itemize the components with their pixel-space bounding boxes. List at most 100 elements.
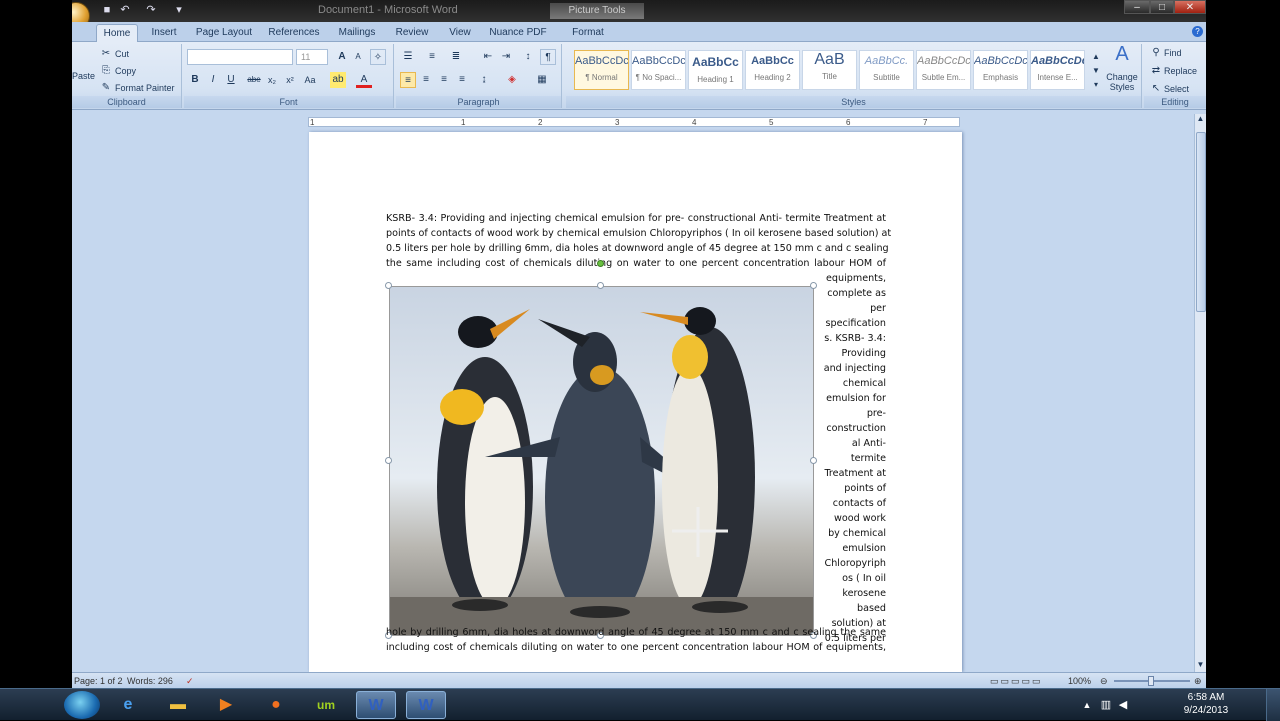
style-emphasis[interactable]: AaBbCcDc Emphasis [973, 50, 1028, 90]
change-case-icon[interactable]: Aa [302, 72, 318, 88]
font-color-icon[interactable]: A [356, 72, 372, 88]
style-title[interactable]: AaB Title [802, 50, 857, 90]
tab-insert[interactable]: Insert [144, 24, 184, 42]
folder-icon[interactable]: ▬ [158, 691, 198, 719]
zoom-in-icon[interactable]: ⊕ [1194, 674, 1202, 688]
line-spacing-icon[interactable]: ↨ [476, 72, 492, 88]
multilevel-list-icon[interactable]: ≣ [448, 49, 464, 65]
word-count[interactable]: Words: 296 [127, 674, 173, 688]
paragraph-1[interactable]: KSRB- 3.4: Providing and injecting chemi… [386, 211, 891, 271]
select-button[interactable]: Select [1164, 81, 1189, 97]
cut-button[interactable]: Cut [115, 46, 129, 62]
scroll-up-icon[interactable]: ▲ [1195, 114, 1206, 128]
zoom-out-icon[interactable]: ⊖ [1100, 674, 1108, 688]
start-orb-icon[interactable] [64, 691, 100, 719]
increase-indent-icon[interactable]: ⇥ [498, 49, 514, 65]
resize-handle-top[interactable] [597, 282, 604, 289]
zoom-level[interactable]: 100% [1068, 674, 1091, 688]
show-desktop-button[interactable] [1266, 689, 1280, 721]
show-marks-button[interactable]: ¶ [540, 49, 556, 65]
bullets-icon[interactable]: ☰ [400, 49, 416, 65]
page-count[interactable]: Page: 1 of 2 [74, 674, 123, 688]
close-button[interactable]: ✕ [1174, 0, 1206, 14]
paste-button[interactable]: Paste [72, 68, 95, 84]
tab-format[interactable]: Format [566, 24, 610, 42]
tab-view[interactable]: View [440, 24, 480, 42]
resize-handle-top-left[interactable] [385, 282, 392, 289]
style-no-spacing[interactable]: AaBbCcDc ¶ No Spaci... [631, 50, 686, 90]
underline-button[interactable]: U [223, 72, 239, 88]
tab-home[interactable]: Home [96, 24, 138, 42]
zoom-slider-thumb[interactable] [1148, 676, 1154, 686]
view-buttons-icon[interactable]: ▭▭▭▭▭ [990, 674, 1043, 688]
proofing-icon[interactable]: ✓ [186, 674, 194, 688]
tab-page-layout[interactable]: Page Layout [192, 24, 256, 42]
maximize-button[interactable]: □ [1150, 0, 1174, 14]
paragraph-2[interactable]: hole by drilling 6mm, dia holes at downw… [386, 625, 886, 655]
resize-handle-left[interactable] [385, 457, 392, 464]
align-center-icon[interactable]: ≡ [418, 72, 434, 88]
firefox-icon[interactable]: ● [256, 691, 296, 719]
internet-explorer-icon[interactable]: e [108, 691, 148, 719]
grow-font-icon[interactable]: A [334, 49, 350, 65]
resize-handle-top-right[interactable] [810, 282, 817, 289]
volume-icon[interactable]: ◀ [1116, 691, 1130, 719]
find-button[interactable]: Find [1164, 45, 1182, 61]
bold-button[interactable]: B [187, 72, 203, 88]
penguins-image[interactable] [389, 286, 814, 636]
scroll-thumb[interactable] [1196, 132, 1206, 312]
style-intense-emphasis[interactable]: AaBbCcDc Intense E... [1030, 50, 1085, 90]
network-icon[interactable]: ▥ [1098, 691, 1114, 719]
minimize-button[interactable]: – [1124, 0, 1150, 14]
copy-button[interactable]: Copy [115, 63, 136, 79]
change-styles-button[interactable]: Change Styles [1102, 72, 1142, 92]
sort-icon[interactable]: ↕ [520, 49, 536, 65]
shading-icon[interactable]: ◈ [504, 72, 520, 88]
font-name-field[interactable] [187, 49, 293, 65]
shrink-font-icon[interactable]: A [350, 49, 366, 65]
decrease-indent-icon[interactable]: ⇤ [480, 49, 496, 65]
resize-handle-right[interactable] [810, 457, 817, 464]
numbering-icon[interactable]: ≡ [424, 49, 440, 65]
clear-format-icon[interactable]: ✧ [370, 49, 386, 65]
highlight-icon[interactable]: ab [330, 72, 346, 88]
ultra-media-icon[interactable]: um [306, 691, 346, 719]
font-size-field[interactable]: 11 [296, 49, 328, 65]
save-icon[interactable]: ■ [100, 4, 114, 17]
style-subtitle[interactable]: AaBbCc. Subtitle [859, 50, 914, 90]
replace-button[interactable]: Replace [1164, 63, 1197, 79]
horizontal-ruler[interactable]: 1 1 2 3 4 5 6 7 [72, 114, 1206, 130]
borders-icon[interactable]: ▦ [534, 72, 550, 88]
redo-icon[interactable]: ↷ [144, 4, 158, 17]
align-left-icon[interactable]: ≡ [400, 72, 416, 88]
tab-mailings[interactable]: Mailings [334, 24, 380, 42]
undo-icon[interactable]: ↶ [118, 4, 132, 17]
document-page[interactable]: KSRB- 3.4: Providing and injecting chemi… [309, 132, 962, 672]
format-painter-button[interactable]: Format Painter [115, 80, 175, 96]
style-subtle-emphasis[interactable]: AaBbCcDc Subtle Em... [916, 50, 971, 90]
tab-nuance-pdf[interactable]: Nuance PDF [486, 24, 550, 42]
strikethrough-button[interactable]: abe [246, 72, 262, 88]
subscript-button[interactable]: x₂ [264, 72, 280, 88]
clock-time: 6:58 AM [1187, 692, 1225, 703]
tab-references[interactable]: References [264, 24, 324, 42]
tray-expand-icon[interactable]: ▲ [1080, 691, 1094, 719]
media-player-icon[interactable]: ▶ [206, 691, 246, 719]
word-icon[interactable]: W [406, 691, 446, 719]
word-document-icon[interactable]: W [356, 691, 396, 719]
align-right-icon[interactable]: ≡ [436, 72, 452, 88]
taskbar-clock[interactable]: 6:58 AM 9/24/2013 [1176, 691, 1236, 717]
style-normal[interactable]: AaBbCcDc ¶ Normal [574, 50, 629, 90]
wrapped-text-column[interactable]: equipments, complete as per specificatio… [823, 271, 886, 646]
style-heading-2[interactable]: AaBbCc Heading 2 [745, 50, 800, 90]
vertical-scrollbar[interactable]: ▲ ▼ [1194, 114, 1206, 674]
italic-button[interactable]: I [205, 72, 221, 88]
tab-review[interactable]: Review [390, 24, 434, 42]
superscript-button[interactable]: x² [282, 72, 298, 88]
justify-icon[interactable]: ≡ [454, 72, 470, 88]
style-heading-1[interactable]: AaBbCc Heading 1 [688, 50, 743, 90]
help-icon[interactable]: ? [1192, 26, 1203, 37]
status-bar: Page: 1 of 2 Words: 296 ✓ ▭▭▭▭▭ 100% ⊖ ⊕ [72, 672, 1206, 688]
rotate-handle[interactable] [597, 260, 604, 267]
qat-dropdown-icon[interactable]: ▾ [172, 4, 186, 17]
